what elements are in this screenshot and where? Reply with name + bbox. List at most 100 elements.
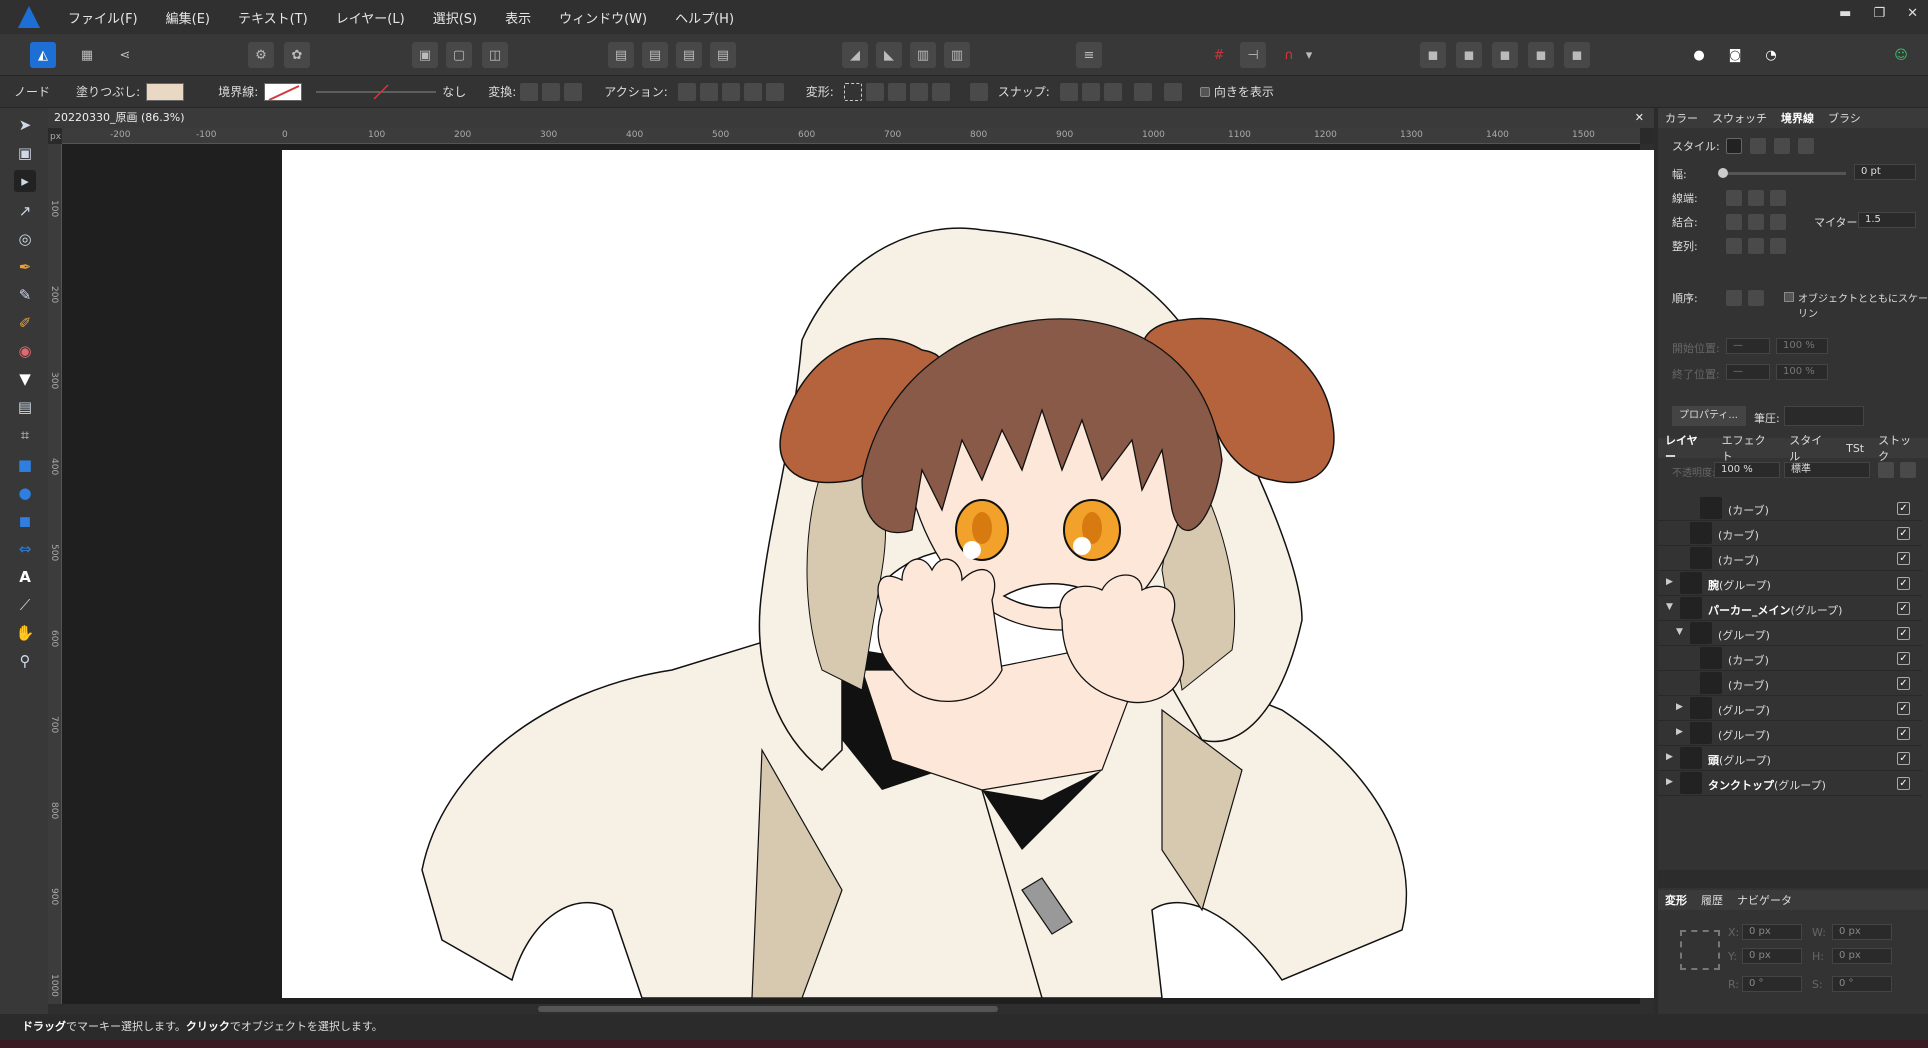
menu-select[interactable]: 選択(S) bbox=[419, 8, 491, 27]
start-scale-field[interactable]: 100 % bbox=[1776, 338, 1828, 354]
layer-expander-icon[interactable]: ▶ bbox=[1666, 777, 1676, 787]
snap-options-icon[interactable]: ⊣ bbox=[1240, 42, 1266, 68]
width-slider[interactable] bbox=[1720, 172, 1846, 175]
place-image-tool-icon[interactable]: ▤ bbox=[14, 396, 36, 418]
layer-visibility-checkbox[interactable]: ✓ bbox=[1897, 777, 1910, 790]
h-field[interactable]: 0 px bbox=[1832, 948, 1892, 964]
start-arrowhead-select[interactable]: — bbox=[1726, 338, 1770, 354]
flip-vertical-icon[interactable]: ◣ bbox=[876, 42, 902, 68]
align-center-icon[interactable] bbox=[1726, 238, 1742, 254]
pen-tool-icon[interactable]: ✒ bbox=[14, 256, 36, 278]
fill-tool-icon[interactable]: ◉ bbox=[14, 340, 36, 362]
distribute-nodes-icon[interactable] bbox=[887, 82, 906, 101]
text-tool-icon[interactable]: A bbox=[14, 566, 36, 588]
layer-visibility-checkbox[interactable]: ✓ bbox=[1897, 552, 1910, 565]
color-picker-tool-icon[interactable]: ⟋ bbox=[14, 594, 36, 616]
stroke-behind-icon[interactable] bbox=[1726, 290, 1742, 306]
point-transform-tool-icon[interactable]: ↗ bbox=[14, 200, 36, 222]
snapping-dropdown-icon[interactable]: ▾ bbox=[1302, 42, 1316, 68]
stroke-swatch[interactable] bbox=[264, 82, 303, 101]
insert-inside-icon[interactable]: ● bbox=[1686, 42, 1712, 68]
transparency-tool-icon[interactable]: ▼ bbox=[14, 368, 36, 390]
layer-row[interactable]: (カーブ) ✓ bbox=[1658, 546, 1922, 571]
convert-sharp-icon[interactable] bbox=[520, 82, 539, 101]
node-tool-icon[interactable]: ▸ bbox=[14, 170, 36, 192]
align-outside-icon[interactable] bbox=[1770, 238, 1786, 254]
transform-mode-icon[interactable] bbox=[843, 82, 862, 101]
tab-brushes[interactable]: ブラシ bbox=[1821, 110, 1868, 126]
snap-curves-icon[interactable] bbox=[1081, 82, 1100, 101]
layer-settings-icon[interactable] bbox=[1878, 462, 1894, 478]
y-field[interactable]: 0 px bbox=[1742, 948, 1802, 964]
tab-styles[interactable]: スタイル bbox=[1782, 432, 1839, 464]
align-nodes-2-icon[interactable] bbox=[909, 82, 928, 101]
align-nodes-icon[interactable] bbox=[865, 82, 884, 101]
properties-button[interactable]: プロパティ... bbox=[1672, 406, 1746, 426]
tab-text-styles[interactable]: TSt bbox=[1839, 442, 1871, 455]
layer-row[interactable]: ▶ 腕(グループ) ✓ bbox=[1658, 571, 1922, 596]
layer-expander-icon[interactable]: ▶ bbox=[1666, 752, 1676, 762]
select-frame-icon[interactable]: ▢ bbox=[446, 42, 472, 68]
pixel-persona-icon[interactable]: ▦ bbox=[74, 42, 100, 68]
snap-nodes-icon[interactable] bbox=[1059, 82, 1078, 101]
layer-visibility-checkbox[interactable]: ✓ bbox=[1897, 602, 1910, 615]
layer-visibility-checkbox[interactable]: ✓ bbox=[1897, 702, 1910, 715]
move-back-icon[interactable]: ▤ bbox=[608, 42, 634, 68]
layer-visibility-checkbox[interactable]: ✓ bbox=[1897, 627, 1910, 640]
convert-smart-icon[interactable] bbox=[564, 82, 583, 101]
layer-row[interactable]: (カーブ) ✓ bbox=[1658, 521, 1922, 546]
insert-top-icon[interactable]: ◔ bbox=[1758, 42, 1784, 68]
layer-visibility-checkbox[interactable]: ✓ bbox=[1897, 752, 1910, 765]
anchor-selector-icon[interactable] bbox=[1680, 930, 1720, 970]
menu-edit[interactable]: 編集(E) bbox=[152, 8, 224, 27]
menu-text[interactable]: テキスト(T) bbox=[224, 8, 322, 27]
layer-row[interactable]: ▶ (グループ) ✓ bbox=[1658, 696, 1922, 721]
join-curves-icon[interactable] bbox=[743, 82, 762, 101]
show-direction-checkbox[interactable] bbox=[1199, 86, 1210, 97]
tab-stock[interactable]: ストック bbox=[1871, 432, 1928, 464]
layer-visibility-checkbox[interactable]: ✓ bbox=[1897, 727, 1910, 740]
shape-tool-icon[interactable]: ⇔ bbox=[14, 538, 36, 560]
select-all-icon[interactable]: ▣ bbox=[412, 42, 438, 68]
boolean-xor-icon[interactable]: ◼ bbox=[1528, 42, 1554, 68]
view-tool-icon[interactable]: ✋ bbox=[14, 622, 36, 644]
tab-layers[interactable]: レイヤー bbox=[1658, 432, 1715, 464]
close-curve-icon[interactable] bbox=[699, 82, 718, 101]
restore-icon[interactable]: ❐ bbox=[1873, 6, 1885, 21]
crop-tool-icon[interactable]: ⌗ bbox=[14, 424, 36, 446]
show-handles-icon[interactable] bbox=[1133, 82, 1152, 101]
insert-behind-icon[interactable]: ◙ bbox=[1722, 42, 1748, 68]
rotate-left-icon[interactable]: ▥ bbox=[910, 42, 936, 68]
pencil-tool-icon[interactable]: ✎ bbox=[14, 284, 36, 306]
texture-line-icon[interactable] bbox=[1798, 138, 1814, 154]
layer-row[interactable]: ▼ (グループ) ✓ bbox=[1658, 621, 1922, 646]
lock-icon[interactable] bbox=[1900, 462, 1916, 478]
zoom-tool-icon[interactable]: ⚲ bbox=[14, 650, 36, 672]
butt-cap-icon[interactable] bbox=[1726, 190, 1742, 206]
move-backward-icon[interactable]: ▤ bbox=[642, 42, 668, 68]
width-field[interactable]: 0 pt bbox=[1854, 164, 1916, 180]
stroke-width-slider[interactable] bbox=[316, 83, 437, 101]
align-inside-icon[interactable] bbox=[1748, 238, 1764, 254]
close-window-icon[interactable]: ✕ bbox=[1907, 6, 1918, 21]
layer-row[interactable]: (カーブ) ✓ bbox=[1658, 646, 1922, 671]
layer-expander-icon[interactable]: ▼ bbox=[1666, 602, 1676, 612]
miter-join-icon[interactable] bbox=[1726, 214, 1742, 230]
rounded-rectangle-tool-icon[interactable]: ◼ bbox=[14, 510, 36, 532]
menu-help[interactable]: ヘルプ(H) bbox=[661, 8, 748, 27]
rotation-field[interactable]: 0 ° bbox=[1742, 976, 1802, 992]
layer-row[interactable]: (カーブ) ✓ bbox=[1658, 671, 1922, 696]
layer-row[interactable]: ▼ パーカー_メイン(グループ) ✓ bbox=[1658, 596, 1922, 621]
snap-candidates-icon[interactable] bbox=[969, 82, 988, 101]
end-scale-field[interactable]: 100 % bbox=[1776, 364, 1828, 380]
vector-brush-tool-icon[interactable]: ✐ bbox=[14, 312, 36, 334]
tab-transform[interactable]: 変形 bbox=[1658, 892, 1694, 908]
document-tab[interactable]: 20220330_原画 (86.3%) ✕ bbox=[48, 108, 1654, 128]
menu-layer[interactable]: レイヤー(L) bbox=[322, 8, 419, 27]
menu-view[interactable]: 表示 bbox=[491, 8, 545, 27]
rectangle-tool-icon[interactable]: ■ bbox=[14, 454, 36, 476]
layer-visibility-checkbox[interactable]: ✓ bbox=[1897, 502, 1910, 515]
round-cap-icon[interactable] bbox=[1748, 190, 1764, 206]
stroke-front-icon[interactable] bbox=[1748, 290, 1764, 306]
tab-effects[interactable]: エフェクト bbox=[1715, 432, 1783, 464]
